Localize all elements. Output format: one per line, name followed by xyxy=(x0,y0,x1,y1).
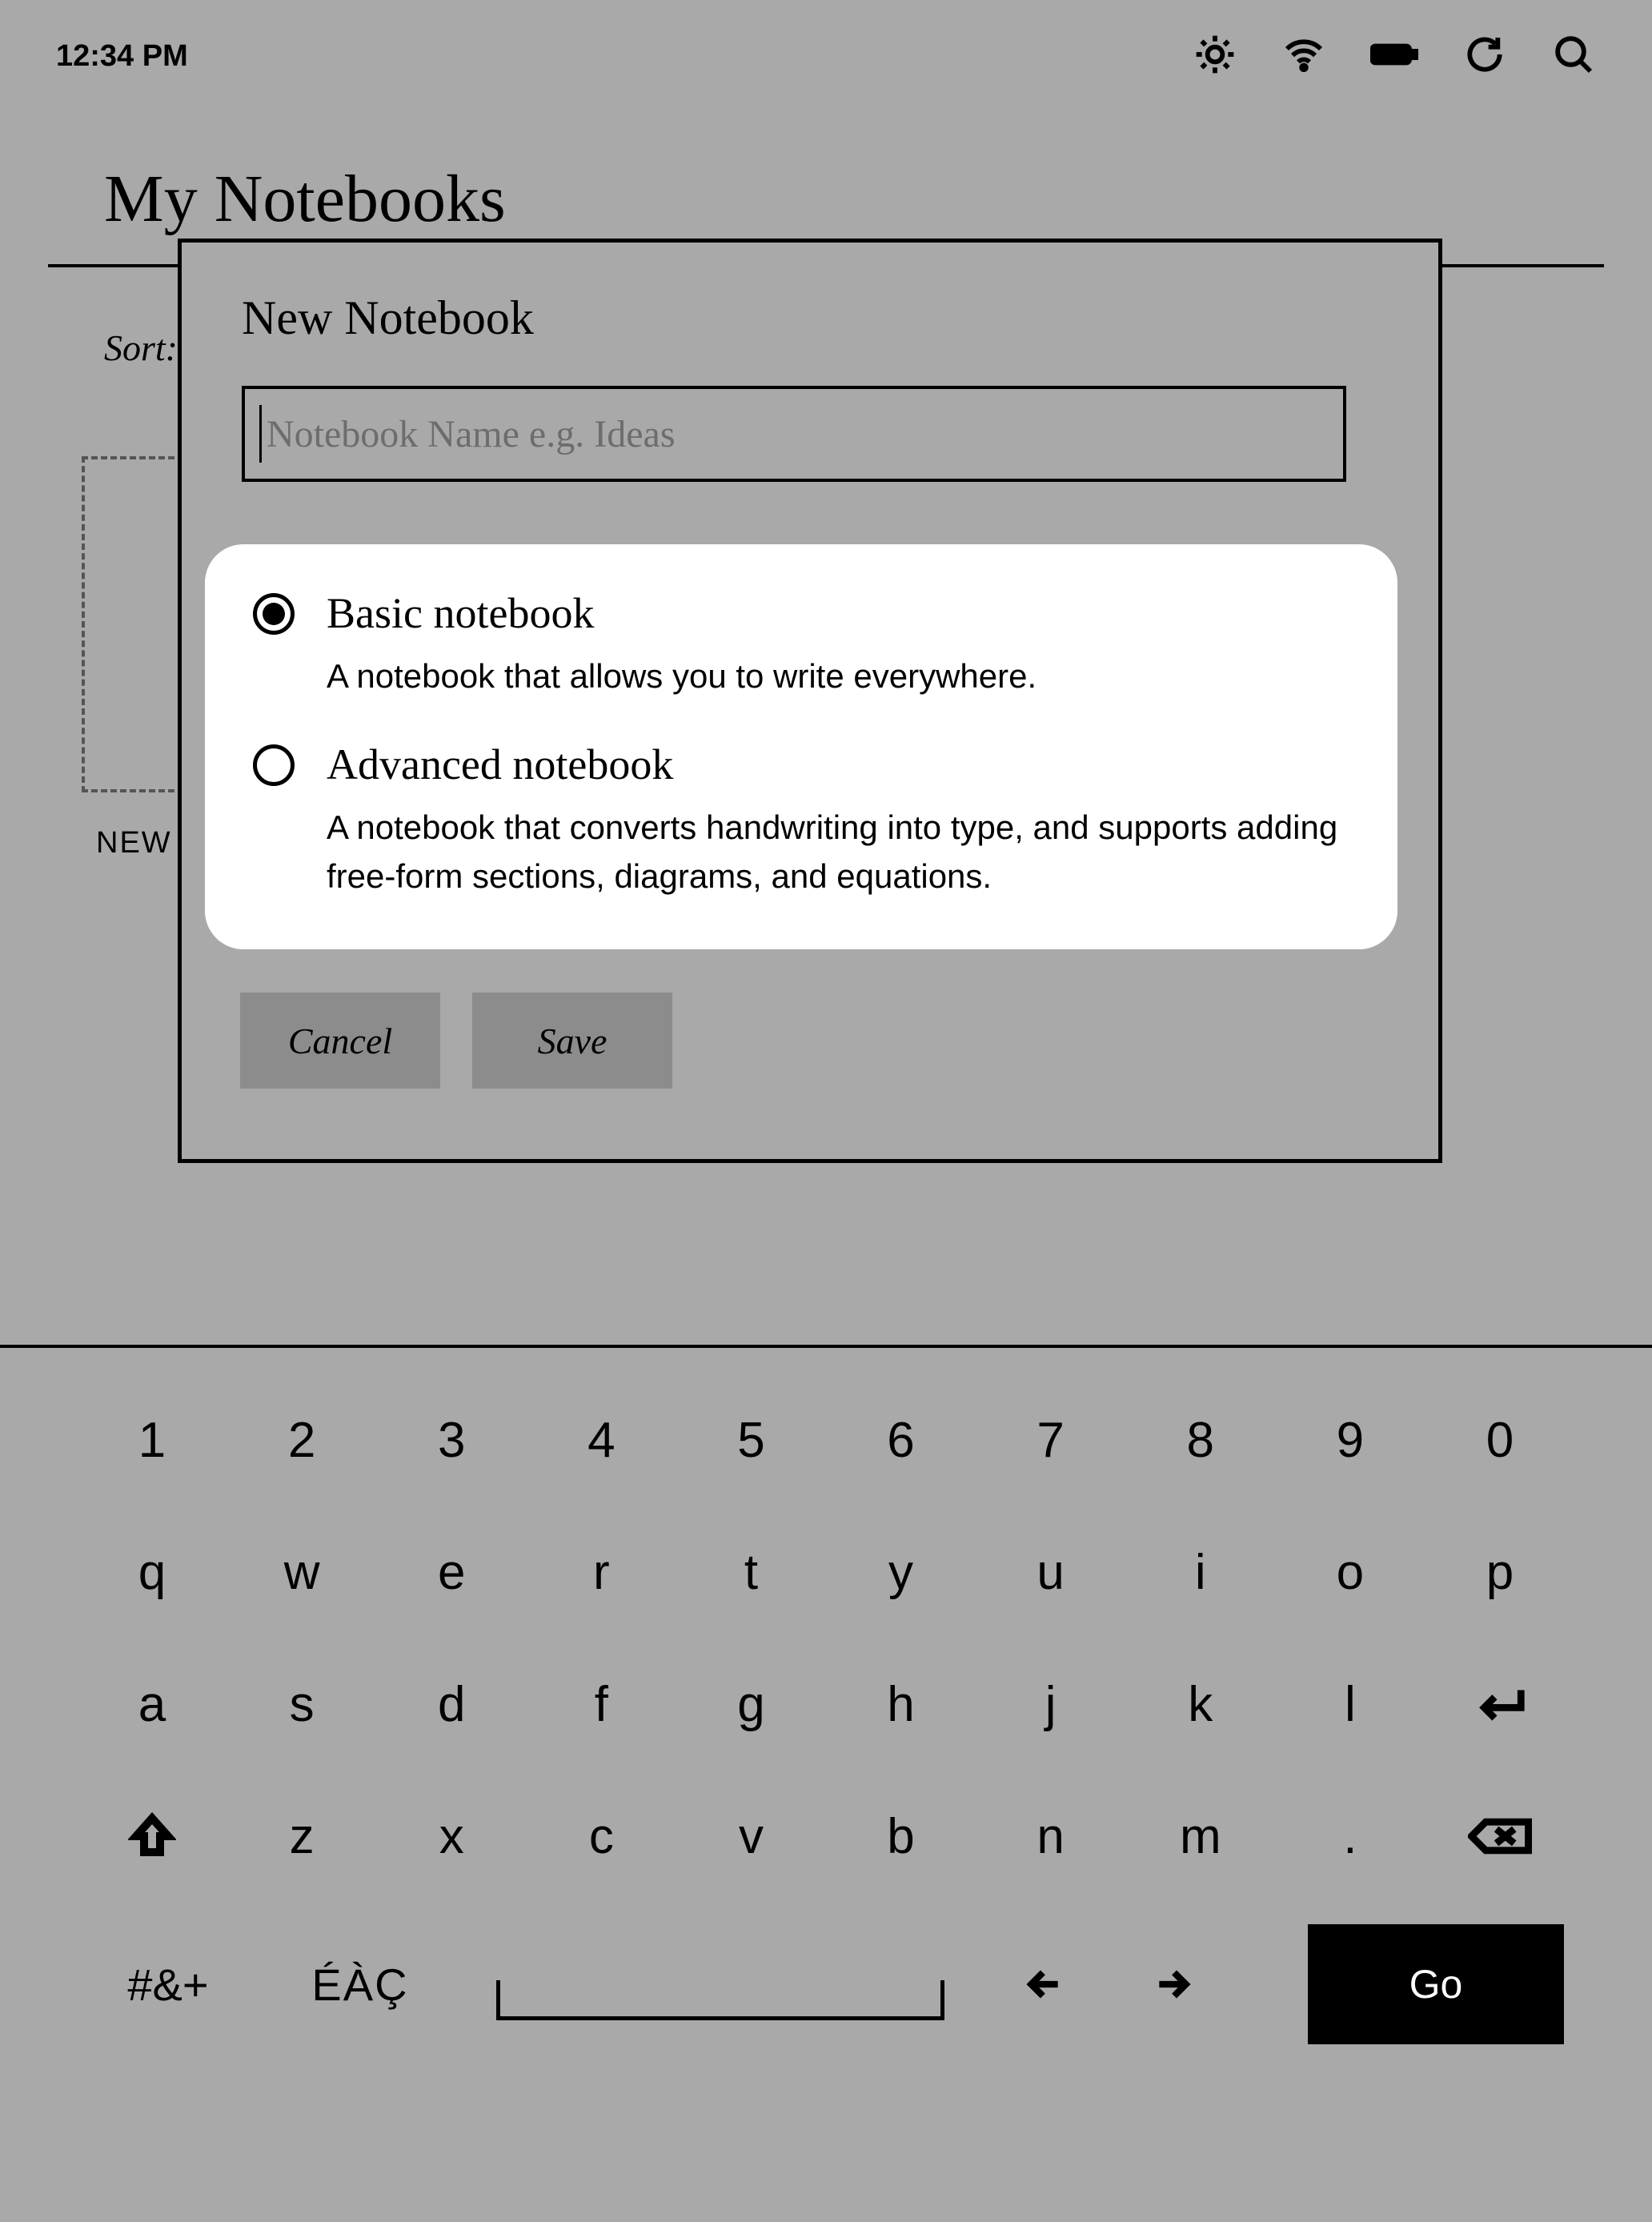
key-a[interactable]: a xyxy=(88,1660,216,1748)
key-3[interactable]: 3 xyxy=(387,1396,515,1484)
key-accents[interactable]: ÉÀÇ xyxy=(272,1940,448,2028)
key-w[interactable]: w xyxy=(238,1528,366,1616)
key-g[interactable]: g xyxy=(687,1660,815,1748)
key-0[interactable]: 0 xyxy=(1436,1396,1564,1484)
key-5[interactable]: 5 xyxy=(687,1396,815,1484)
key-period[interactable]: . xyxy=(1286,1792,1414,1880)
key-j[interactable]: j xyxy=(987,1660,1115,1748)
cancel-button[interactable]: Cancel xyxy=(240,993,440,1089)
keyboard-row-1: 1 2 3 4 5 6 7 8 9 0 xyxy=(88,1396,1564,1484)
notebook-name-input[interactable]: Notebook Name e.g. Ideas xyxy=(242,386,1346,482)
key-8[interactable]: 8 xyxy=(1137,1396,1265,1484)
radio-unselected-icon xyxy=(253,744,295,786)
sync-icon[interactable] xyxy=(1462,32,1507,81)
keyboard-row-5: #&+ ÉÀÇ Go xyxy=(88,1924,1564,2044)
key-o[interactable]: o xyxy=(1286,1528,1414,1616)
option-advanced-notebook[interactable]: Advanced notebook A notebook that conver… xyxy=(253,740,1349,901)
key-4[interactable]: 4 xyxy=(537,1396,665,1484)
radio-selected-icon xyxy=(253,593,295,635)
key-t[interactable]: t xyxy=(687,1528,815,1616)
key-i[interactable]: i xyxy=(1137,1528,1265,1616)
key-r[interactable]: r xyxy=(537,1528,665,1616)
dialog-title: New Notebook xyxy=(242,291,1378,346)
key-c[interactable]: c xyxy=(537,1792,665,1880)
page-header: My Notebooks xyxy=(104,160,1548,238)
save-button[interactable]: Save xyxy=(472,993,672,1089)
key-v[interactable]: v xyxy=(687,1792,815,1880)
keyboard-row-4: z x c v b n m . xyxy=(88,1792,1564,1880)
wifi-icon[interactable] xyxy=(1281,32,1326,81)
battery-icon[interactable] xyxy=(1370,32,1418,81)
option-desc: A notebook that converts handwriting int… xyxy=(327,804,1349,901)
status-time: 12:34 PM xyxy=(56,39,188,74)
key-k[interactable]: k xyxy=(1137,1660,1265,1748)
key-symbols[interactable]: #&+ xyxy=(88,1940,248,2028)
input-placeholder: Notebook Name e.g. Ideas xyxy=(267,412,676,456)
key-m[interactable]: m xyxy=(1137,1792,1265,1880)
key-7[interactable]: 7 xyxy=(987,1396,1115,1484)
key-9[interactable]: 9 xyxy=(1286,1396,1414,1484)
key-u[interactable]: u xyxy=(987,1528,1115,1616)
key-enter[interactable] xyxy=(1436,1660,1564,1748)
keyboard-row-2: q w e r t y u i o p xyxy=(88,1528,1564,1616)
status-icons xyxy=(1193,32,1596,81)
option-basic-notebook[interactable]: Basic notebook A notebook that allows yo… xyxy=(253,588,1349,701)
new-notebook-label: NEW xyxy=(96,826,172,860)
key-z[interactable]: z xyxy=(238,1792,366,1880)
spacebar-glyph xyxy=(496,1980,944,2020)
key-f[interactable]: f xyxy=(537,1660,665,1748)
sort-label[interactable]: Sort: xyxy=(104,327,178,369)
key-arrow-left[interactable] xyxy=(992,1940,1097,2028)
search-icon[interactable] xyxy=(1551,32,1596,81)
key-h[interactable]: h xyxy=(837,1660,965,1748)
key-y[interactable]: y xyxy=(837,1528,965,1616)
option-title: Basic notebook xyxy=(327,588,1349,638)
page-title: My Notebooks xyxy=(104,160,1548,238)
text-cursor xyxy=(259,405,262,463)
notebook-type-options: Basic notebook A notebook that allows yo… xyxy=(205,544,1397,949)
key-1[interactable]: 1 xyxy=(88,1396,216,1484)
key-e[interactable]: e xyxy=(387,1528,515,1616)
key-6[interactable]: 6 xyxy=(837,1396,965,1484)
key-backspace[interactable] xyxy=(1436,1792,1564,1880)
dialog-buttons: Cancel Save xyxy=(240,993,672,1089)
option-title: Advanced notebook xyxy=(327,740,1349,789)
key-x[interactable]: x xyxy=(387,1792,515,1880)
brightness-icon[interactable] xyxy=(1193,32,1237,81)
key-n[interactable]: n xyxy=(987,1792,1115,1880)
key-arrow-right[interactable] xyxy=(1121,1940,1225,2028)
status-bar: 12:34 PM xyxy=(0,0,1652,112)
key-p[interactable]: p xyxy=(1436,1528,1564,1616)
key-go[interactable]: Go xyxy=(1308,1924,1564,2044)
key-s[interactable]: s xyxy=(238,1660,366,1748)
key-2[interactable]: 2 xyxy=(238,1396,366,1484)
key-shift[interactable] xyxy=(88,1792,216,1880)
option-desc: A notebook that allows you to write ever… xyxy=(327,652,1349,701)
key-d[interactable]: d xyxy=(387,1660,515,1748)
key-space[interactable] xyxy=(472,1948,968,2020)
on-screen-keyboard: 1 2 3 4 5 6 7 8 9 0 q w e r t y u i o p … xyxy=(0,1345,1652,2222)
key-q[interactable]: q xyxy=(88,1528,216,1616)
key-b[interactable]: b xyxy=(837,1792,965,1880)
keyboard-row-3: a s d f g h j k l xyxy=(88,1660,1564,1748)
key-l[interactable]: l xyxy=(1286,1660,1414,1748)
